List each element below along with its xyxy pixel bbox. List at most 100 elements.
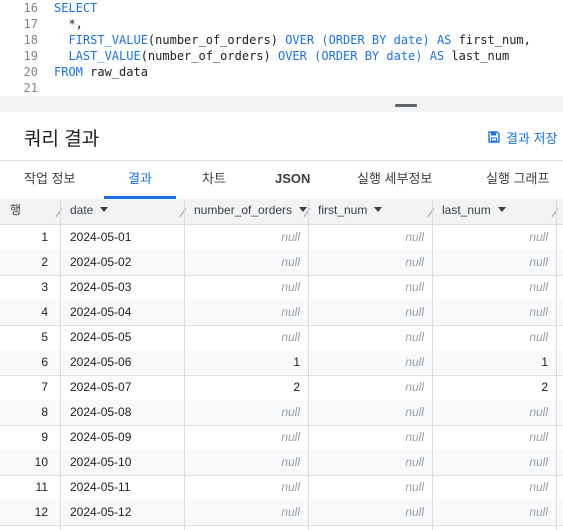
- cell-date[interactable]: 2024-05-11: [60, 475, 184, 500]
- cell-last-num[interactable]: null: [432, 500, 556, 525]
- sql-text: *,: [54, 17, 83, 31]
- cell-first-num[interactable]: null: [308, 450, 432, 475]
- line-number: 19: [23, 49, 38, 63]
- cell-first-num[interactable]: null: [308, 425, 432, 450]
- code-line[interactable]: 16 SELECT: [0, 0, 563, 16]
- cell-date[interactable]: 2024-05-06: [60, 350, 184, 375]
- save-results-button[interactable]: 결과 저장: [488, 128, 557, 146]
- cell-date[interactable]: 2024-05-05: [60, 325, 184, 350]
- table-row[interactable]: 7 2024-05-07 2 null 2: [0, 375, 563, 401]
- tab-job-info[interactable]: 작업 정보: [24, 161, 75, 199]
- table-row[interactable]: 1 2024-05-01 null null null: [0, 225, 563, 251]
- cell-last-num[interactable]: 1: [432, 350, 556, 375]
- cell-date[interactable]: 2024-05-12: [60, 500, 184, 525]
- table-row[interactable]: 2 2024-05-02 null null null: [0, 250, 563, 276]
- cell-first-num[interactable]: null: [308, 400, 432, 425]
- cell-date[interactable]: 2024-05-08: [60, 400, 184, 425]
- cell-first-num[interactable]: null: [308, 325, 432, 350]
- sql-text: (number_of_orders): [140, 49, 278, 63]
- sort-arrow-icon[interactable]: [100, 207, 109, 213]
- cell-number-of-orders[interactable]: null: [184, 325, 308, 350]
- cell-date[interactable]: 2024-05-02: [60, 250, 184, 275]
- cell-first-num[interactable]: null: [308, 475, 432, 500]
- cell-last-num[interactable]: null: [432, 450, 556, 475]
- table-row[interactable]: 11 2024-05-11 null null null: [0, 475, 563, 501]
- cell-first-num[interactable]: null: [308, 500, 432, 525]
- cell-number-of-orders[interactable]: null: [184, 500, 308, 525]
- tab-execution-graph[interactable]: 실행 그래프: [486, 161, 549, 199]
- sql-editor[interactable]: 16 SELECT 17 *, 18 FIRST_VALUE(number_of_or…: [0, 0, 563, 96]
- column-header-first-num[interactable]: first_num: [318, 199, 383, 224]
- cell-first-num[interactable]: null: [308, 225, 432, 250]
- table-row[interactable]: 3 2024-05-03 null null null: [0, 275, 563, 301]
- cell-last-num[interactable]: null: [432, 250, 556, 275]
- column-header-date[interactable]: date: [70, 199, 109, 224]
- column-header-label: number_of_orders: [194, 203, 293, 217]
- tab-results[interactable]: 결과: [128, 161, 152, 199]
- table-row[interactable]: 8 2024-05-08 null null null: [0, 400, 563, 426]
- cell-last-num[interactable]: null: [432, 300, 556, 325]
- code-text: LAST_VALUE(number_of_orders) OVER (ORDER…: [54, 48, 509, 64]
- cell-last-num[interactable]: null: [432, 425, 556, 450]
- cell-last-num[interactable]: null: [432, 325, 556, 350]
- row-number-header: 행: [10, 203, 22, 217]
- cell-first-num[interactable]: null: [308, 375, 432, 400]
- cell-last-num[interactable]: null: [432, 275, 556, 300]
- cell-last-num[interactable]: null: [432, 225, 556, 250]
- cell-number-of-orders[interactable]: null: [184, 450, 308, 475]
- cell-number-of-orders[interactable]: null: [184, 225, 308, 250]
- sort-arrow-icon[interactable]: [497, 207, 506, 213]
- table-row[interactable]: 9 2024-05-09 null null null: [0, 425, 563, 451]
- sort-arrow-icon[interactable]: [374, 207, 383, 213]
- sql-keyword: SELECT: [54, 1, 98, 15]
- code-line[interactable]: 20 FROM raw_data: [0, 64, 563, 80]
- splitter-grip-icon[interactable]: [395, 104, 417, 107]
- column-header-number-of-orders[interactable]: number_of_orders: [194, 199, 308, 224]
- cell-date[interactable]: 2024-05-10: [60, 450, 184, 475]
- column-divider: [432, 199, 433, 530]
- cell-first-num[interactable]: null: [308, 350, 432, 375]
- column-header-label: last_num: [442, 203, 491, 217]
- code-text: FIRST_VALUE(number_of_orders) OVER (ORDE…: [54, 32, 530, 48]
- cell-first-num[interactable]: null: [308, 250, 432, 275]
- cell-number-of-orders[interactable]: 1: [184, 350, 308, 375]
- cell-number-of-orders[interactable]: null: [184, 400, 308, 425]
- cell-date[interactable]: 2024-05-03: [60, 275, 184, 300]
- row-number: 10: [34, 455, 48, 469]
- cell-date[interactable]: 2024-05-04: [60, 300, 184, 325]
- tab-chart[interactable]: 차트: [202, 161, 226, 199]
- tab-json[interactable]: JSON: [275, 161, 310, 199]
- code-line[interactable]: 19 LAST_VALUE(number_of_orders) OVER (OR…: [0, 48, 563, 64]
- cell-number-of-orders[interactable]: null: [184, 475, 308, 500]
- cell-number-of-orders[interactable]: null: [184, 300, 308, 325]
- tab-execution-details[interactable]: 실행 세부정보: [357, 161, 432, 199]
- sql-keyword: date: [393, 33, 423, 47]
- row-number: 7: [41, 380, 48, 394]
- cell-first-num[interactable]: null: [308, 300, 432, 325]
- sql-keyword: AS: [436, 33, 452, 47]
- cell-number-of-orders[interactable]: 2: [184, 375, 308, 400]
- cell-number-of-orders[interactable]: null: [184, 275, 308, 300]
- cell-date[interactable]: 2024-05-09: [60, 425, 184, 450]
- panel-splitter[interactable]: [0, 96, 563, 112]
- cell-number-of-orders[interactable]: null: [184, 425, 308, 450]
- code-line[interactable]: 21: [0, 80, 563, 96]
- cell-last-num[interactable]: null: [432, 400, 556, 425]
- cell-last-num[interactable]: 2: [432, 375, 556, 400]
- cell-last-num[interactable]: null: [432, 475, 556, 500]
- table-row[interactable]: 12 2024-05-12 null null null: [0, 500, 563, 526]
- cell-number-of-orders[interactable]: null: [184, 250, 308, 275]
- cell-date[interactable]: 2024-05-07: [60, 375, 184, 400]
- code-line[interactable]: 17 *,: [0, 16, 563, 32]
- sql-keyword: (ORDER BY: [314, 49, 387, 63]
- cell-first-num[interactable]: null: [308, 275, 432, 300]
- table-row[interactable]: 4 2024-05-04 null null null: [0, 300, 563, 326]
- cell-date[interactable]: 2024-05-01: [60, 225, 184, 250]
- sql-text: raw_data: [82, 65, 148, 79]
- code-line[interactable]: 18 FIRST_VALUE(number_of_orders) OVER (O…: [0, 32, 563, 48]
- table-row[interactable]: 10 2024-05-10 null null null: [0, 450, 563, 476]
- table-row[interactable]: 6 2024-05-06 1 null 1: [0, 350, 563, 376]
- table-row[interactable]: 5 2024-05-05 null null null: [0, 325, 563, 351]
- column-header-last-num[interactable]: last_num: [442, 199, 506, 224]
- column-divider: [308, 199, 309, 530]
